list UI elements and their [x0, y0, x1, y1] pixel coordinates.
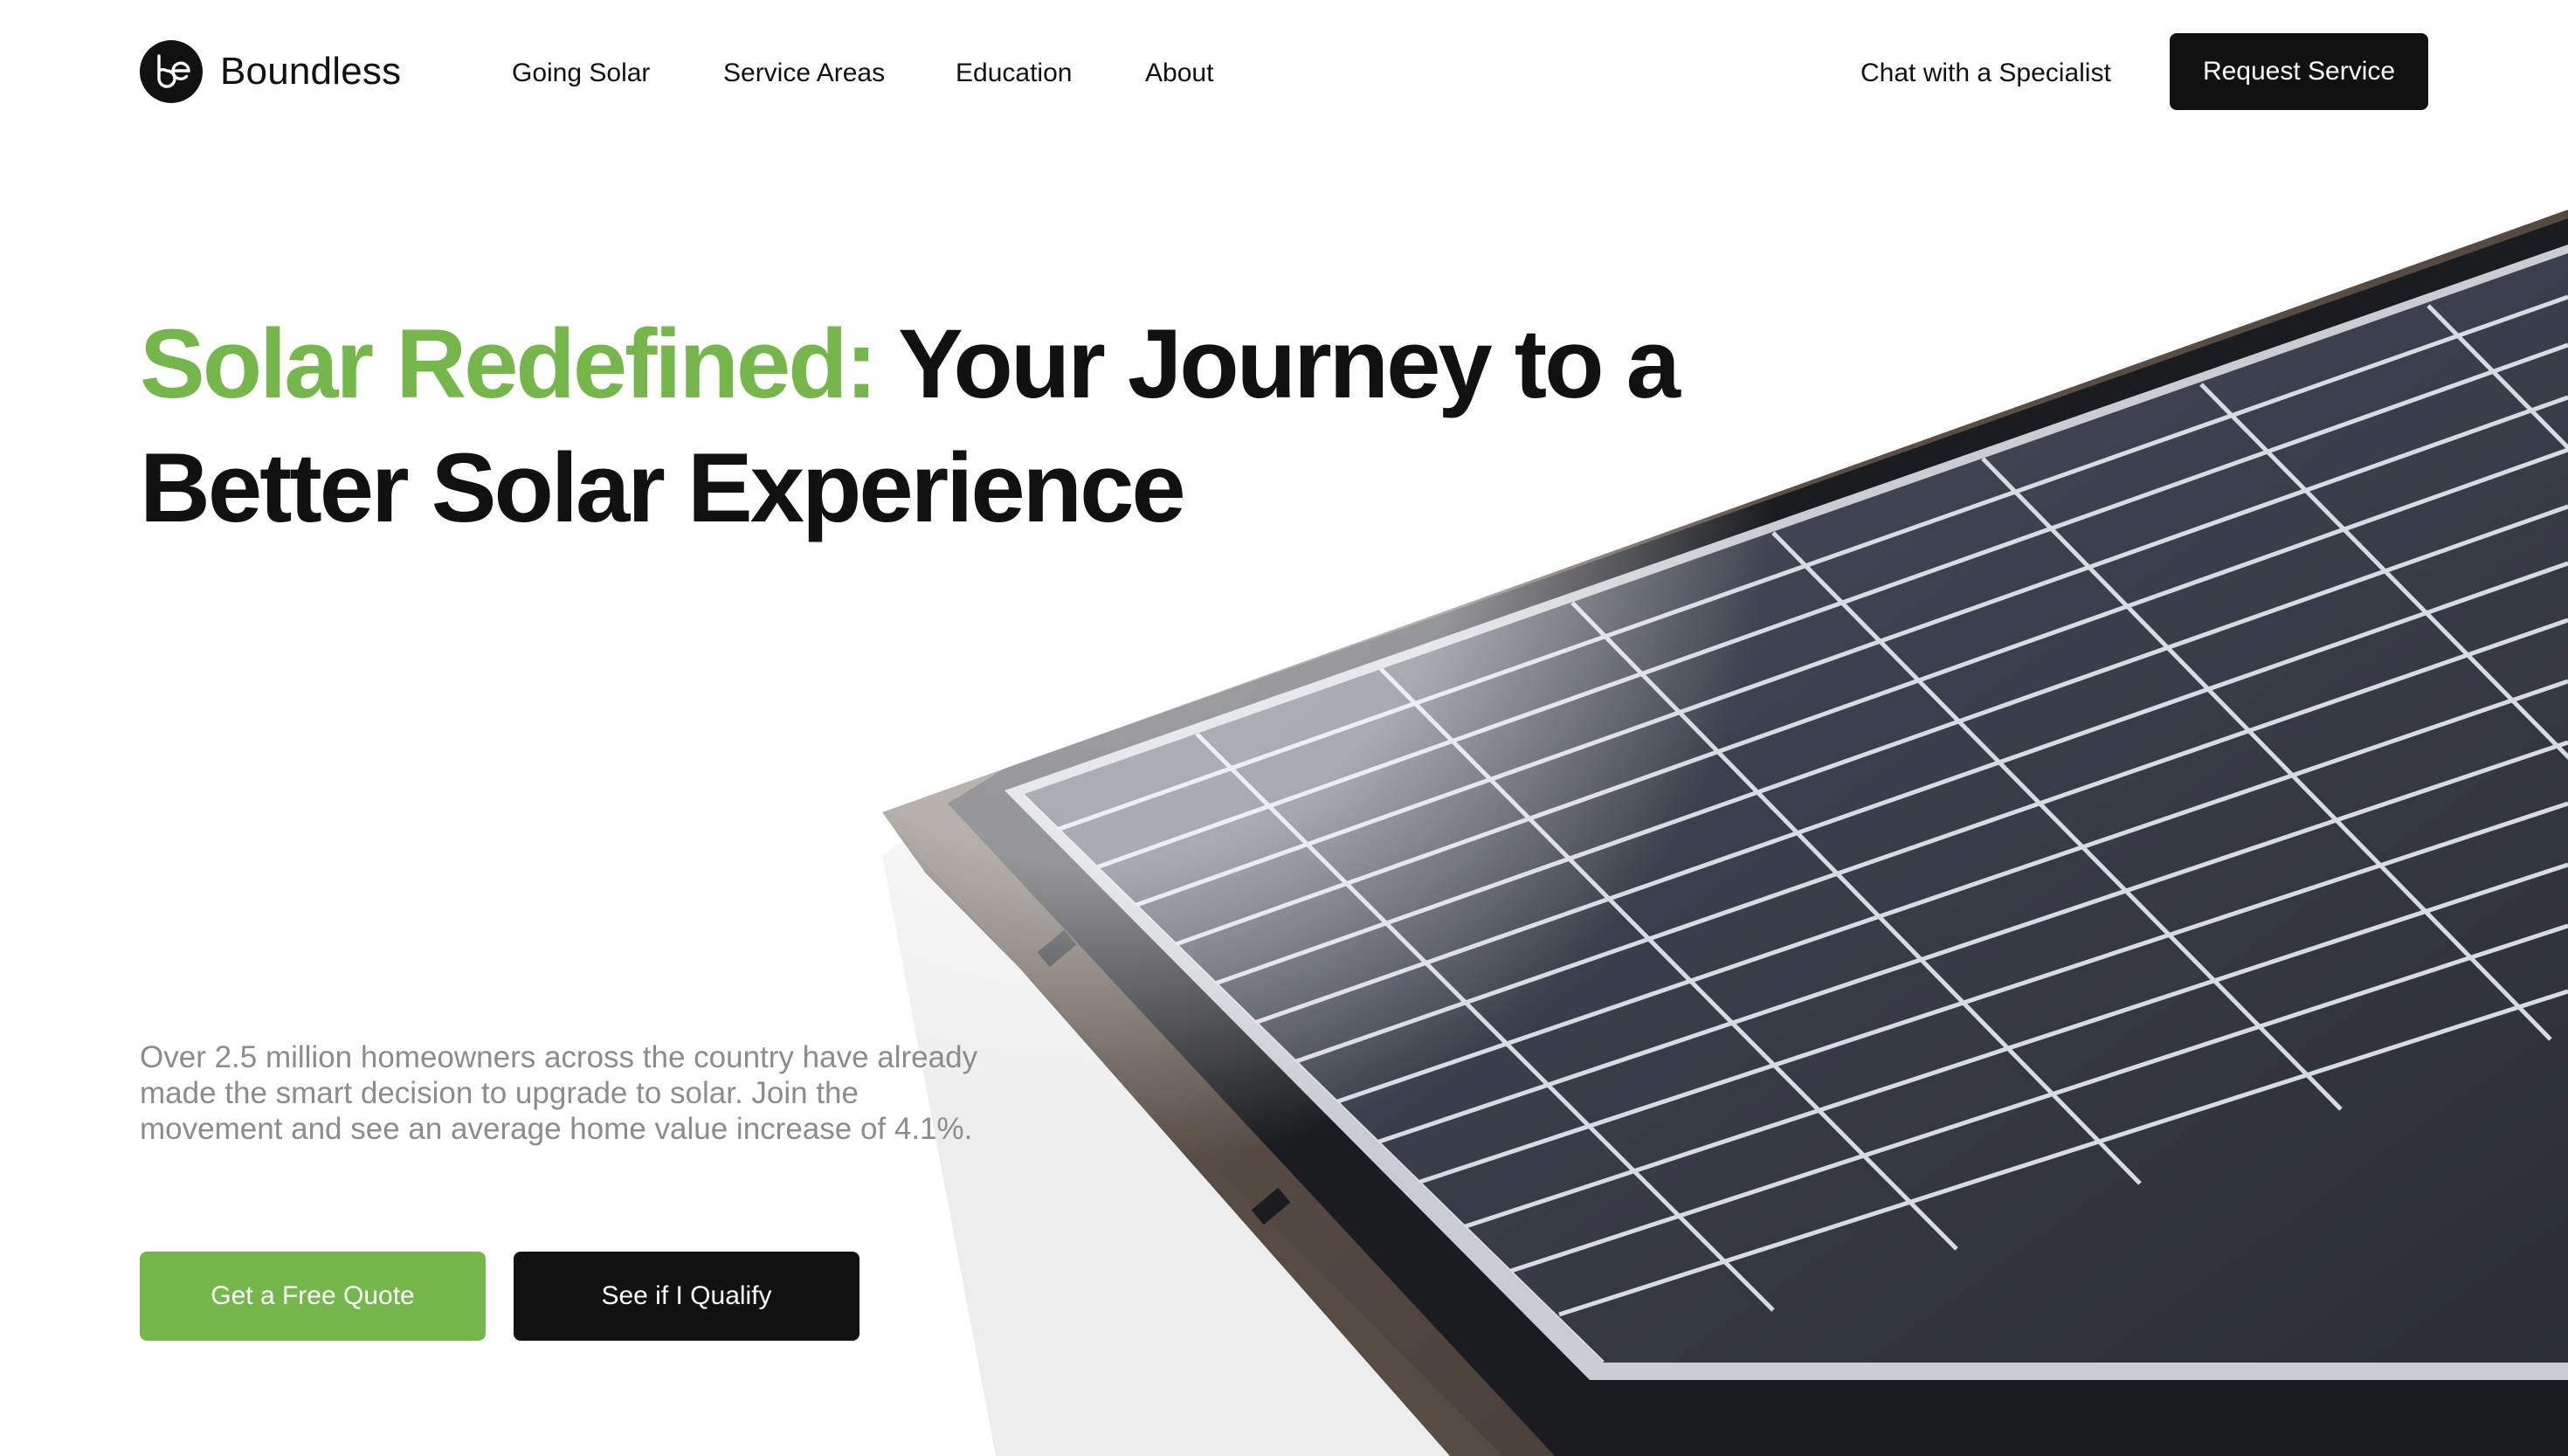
request-service-button[interactable]: Request Service	[2170, 33, 2428, 110]
hero-subtext: Over 2.5 million homeowners across the c…	[140, 1040, 978, 1146]
boundless-logo-icon	[140, 40, 203, 103]
get-free-quote-button[interactable]: Get a Free Quote	[140, 1252, 486, 1341]
see-if-i-qualify-button[interactable]: See if I Qualify	[514, 1252, 859, 1341]
site-header: Boundless Going Solar Service Areas Educ…	[0, 0, 2568, 145]
solar-panel-image	[0, 0, 2568, 1456]
nav-item-about[interactable]: About	[1145, 52, 1213, 94]
nav-item-going-solar[interactable]: Going Solar	[512, 52, 650, 94]
nav-item-education[interactable]: Education	[956, 52, 1072, 94]
nav-item-service-areas[interactable]: Service Areas	[723, 52, 885, 94]
logo-text: Boundless	[220, 50, 402, 93]
hero-headline-accent: Solar Redefined:	[140, 309, 878, 418]
hero-headline: Solar Redefined: Your Journey to a Bette…	[140, 302, 1747, 550]
chat-with-specialist-link[interactable]: Chat with a Specialist	[1860, 52, 2111, 94]
logo-link[interactable]: Boundless	[140, 40, 401, 103]
